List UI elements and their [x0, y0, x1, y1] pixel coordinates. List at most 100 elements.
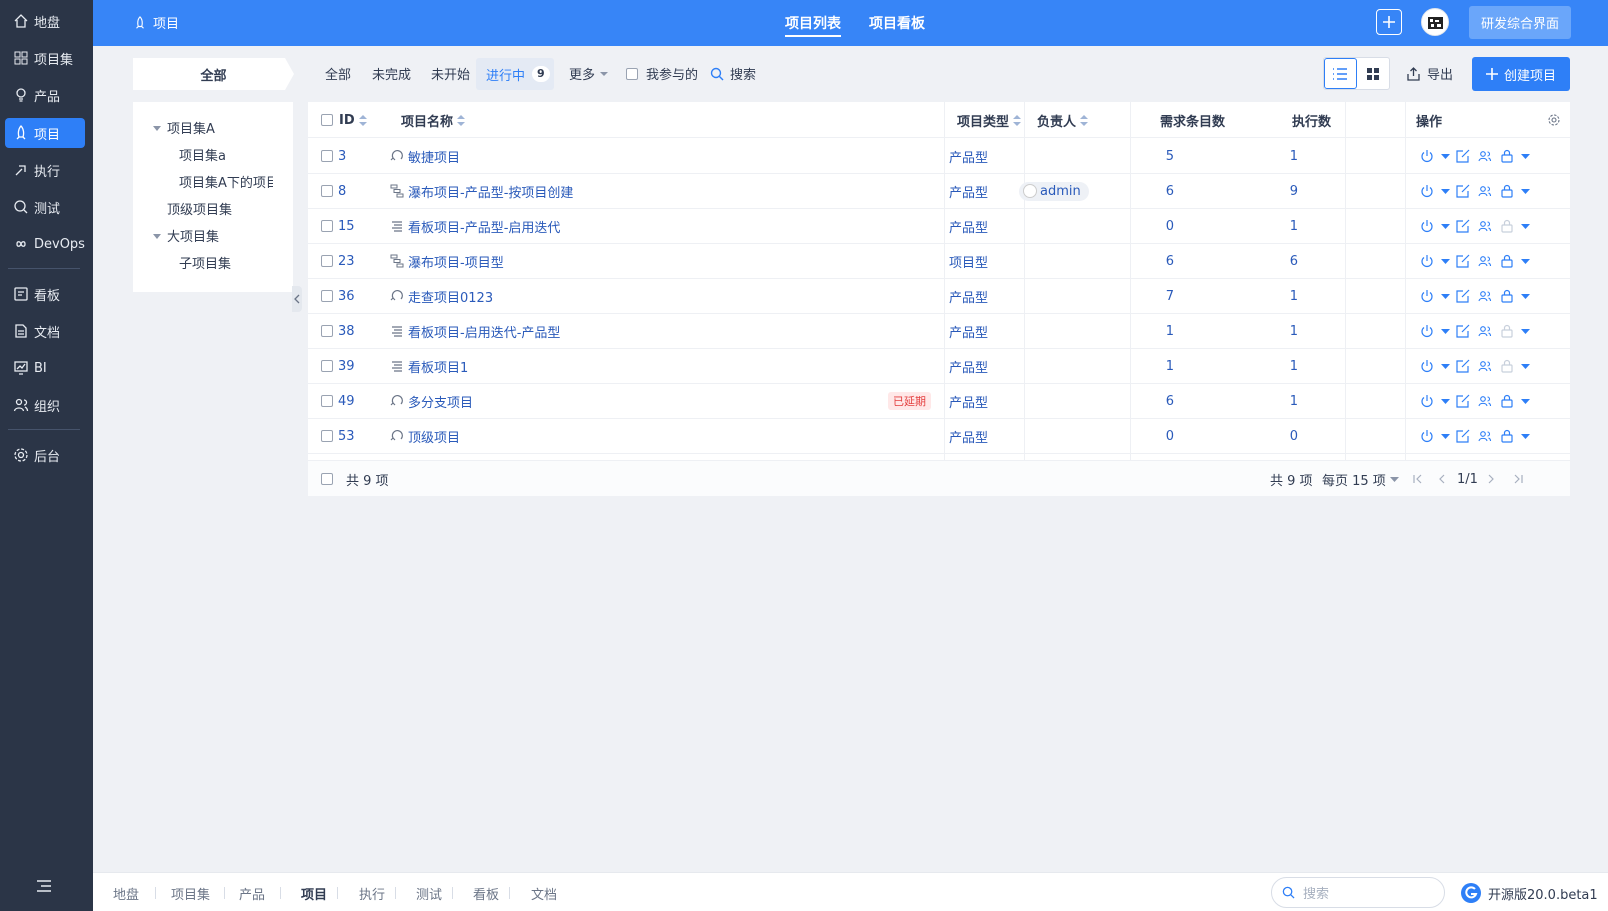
row-checkbox[interactable]	[321, 360, 333, 372]
executions-count[interactable]: 1	[1248, 138, 1298, 174]
all-programs-tab[interactable]: 全部	[133, 58, 294, 90]
executions-count[interactable]: 1	[1248, 313, 1298, 349]
team-icon[interactable]	[1474, 288, 1496, 304]
sidebar-item-doc[interactable]: 文档	[5, 316, 85, 346]
tree-caret-icon[interactable]	[153, 234, 161, 239]
menu-toggle-icon[interactable]	[34, 878, 54, 894]
column-header-type[interactable]: 项目类型	[957, 102, 1022, 138]
more-actions-caret-icon[interactable]	[1518, 288, 1532, 304]
footer-checkbox[interactable]	[321, 473, 333, 485]
sidebar-item-kanban[interactable]: 看板	[5, 279, 85, 309]
first-page-button[interactable]	[1413, 461, 1423, 497]
executions-count[interactable]: 1	[1248, 348, 1298, 384]
power-icon[interactable]	[1416, 393, 1438, 409]
sidebar-item-devops[interactable]: DevOps	[5, 229, 85, 259]
row-checkbox[interactable]	[321, 430, 333, 442]
edit-icon[interactable]	[1452, 323, 1474, 339]
bottom-nav-item[interactable]: 地盘	[113, 884, 139, 903]
project-name-link[interactable]: 顶级项目	[408, 427, 460, 446]
last-page-button[interactable]	[1513, 461, 1523, 497]
create-project-button[interactable]: 创建项目	[1472, 57, 1570, 91]
caret-down-icon[interactable]	[1438, 358, 1452, 374]
list-view-button[interactable]	[1324, 58, 1357, 89]
lock-icon[interactable]	[1496, 183, 1518, 199]
project-id[interactable]: 38	[338, 313, 355, 349]
caret-down-icon[interactable]	[1438, 253, 1452, 269]
pm-cell[interactable]: admin	[1019, 173, 1089, 209]
lock-icon[interactable]	[1496, 323, 1518, 339]
tree-item[interactable]: 项目集A	[167, 118, 215, 137]
involved-checkbox[interactable]	[626, 67, 638, 80]
bottom-nav-item[interactable]: 项目集	[171, 884, 210, 903]
bottom-nav-item[interactable]: 执行	[359, 884, 385, 903]
edit-icon[interactable]	[1452, 183, 1474, 199]
caret-down-icon[interactable]	[1438, 148, 1452, 164]
project-name-link[interactable]: 走查项目0123	[408, 287, 493, 306]
project-name-link[interactable]: 瀑布项目-产品型-按项目创建	[408, 182, 573, 201]
prev-page-button[interactable]	[1438, 461, 1446, 497]
global-search-input[interactable]: 搜索	[1271, 877, 1445, 908]
rd-workspace-button[interactable]: 研发综合界面	[1469, 6, 1571, 39]
project-id[interactable]: 39	[338, 348, 355, 384]
sidebar-item-org[interactable]: 组织	[5, 390, 85, 420]
export-button[interactable]: 导出	[1406, 64, 1453, 83]
project-id[interactable]: 23	[338, 243, 355, 279]
executions-count[interactable]: 0	[1248, 418, 1298, 454]
quick-create-button[interactable]	[1376, 9, 1402, 35]
more-actions-caret-icon[interactable]	[1518, 253, 1532, 269]
tab-project-list[interactable]: 项目列表	[785, 13, 841, 33]
row-checkbox[interactable]	[321, 220, 333, 232]
filter-tab-wait[interactable]: 未开始	[431, 64, 470, 83]
team-icon[interactable]	[1474, 253, 1496, 269]
bottom-nav-item[interactable]: 看板	[473, 884, 499, 903]
executions-count[interactable]: 1	[1248, 278, 1298, 314]
power-icon[interactable]	[1416, 148, 1438, 164]
edit-icon[interactable]	[1452, 218, 1474, 234]
team-icon[interactable]	[1474, 428, 1496, 444]
row-checkbox[interactable]	[321, 150, 333, 162]
row-checkbox[interactable]	[321, 185, 333, 197]
lock-icon[interactable]	[1496, 218, 1518, 234]
sidebar-item-program[interactable]: 项目集	[5, 43, 85, 73]
project-name-link[interactable]: 多分支项目	[408, 392, 473, 411]
breadcrumb[interactable]: 项目	[133, 13, 179, 32]
more-actions-caret-icon[interactable]	[1518, 183, 1532, 199]
lock-icon[interactable]	[1496, 253, 1518, 269]
tree-item[interactable]: 顶级项目集	[167, 199, 232, 218]
edit-icon[interactable]	[1452, 253, 1474, 269]
tree-item[interactable]: 子项目集	[179, 253, 231, 272]
card-view-button[interactable]	[1357, 58, 1389, 89]
footer-select-all[interactable]	[321, 461, 333, 497]
more-actions-caret-icon[interactable]	[1518, 323, 1532, 339]
caret-down-icon[interactable]	[1438, 428, 1452, 444]
more-actions-caret-icon[interactable]	[1518, 358, 1532, 374]
filter-tab-undone[interactable]: 未完成	[372, 64, 411, 83]
per-page-dropdown[interactable]: 每页 15 项	[1322, 461, 1399, 497]
involved-filter[interactable]: 我参与的	[626, 64, 698, 83]
search-toggle[interactable]: 搜索	[710, 64, 756, 83]
version-info[interactable]: 开源版20.0.beta1	[1460, 882, 1598, 904]
row-checkbox[interactable]	[321, 395, 333, 407]
project-name-link[interactable]: 敏捷项目	[408, 147, 460, 166]
lock-icon[interactable]	[1496, 393, 1518, 409]
sidebar-item-bi[interactable]: BI	[5, 353, 85, 383]
power-icon[interactable]	[1416, 218, 1438, 234]
row-checkbox[interactable]	[321, 255, 333, 267]
bottom-nav-item[interactable]: 测试	[416, 884, 442, 903]
filter-more-dropdown[interactable]: 更多	[569, 64, 609, 83]
row-checkbox[interactable]	[321, 325, 333, 337]
project-id[interactable]: 53	[338, 418, 355, 454]
team-icon[interactable]	[1474, 323, 1496, 339]
tree-caret-icon[interactable]	[153, 126, 161, 131]
caret-down-icon[interactable]	[1438, 323, 1452, 339]
select-all-checkbox[interactable]	[321, 114, 333, 126]
edit-icon[interactable]	[1452, 358, 1474, 374]
more-actions-caret-icon[interactable]	[1518, 393, 1532, 409]
team-icon[interactable]	[1474, 218, 1496, 234]
column-header-name[interactable]: 项目名称	[401, 102, 466, 138]
project-id[interactable]: 49	[338, 383, 355, 419]
column-header-pm[interactable]: 负责人	[1037, 102, 1089, 138]
row-checkbox[interactable]	[321, 290, 333, 302]
lock-icon[interactable]	[1496, 288, 1518, 304]
tree-item[interactable]: 项目集A下的项目	[179, 172, 273, 191]
